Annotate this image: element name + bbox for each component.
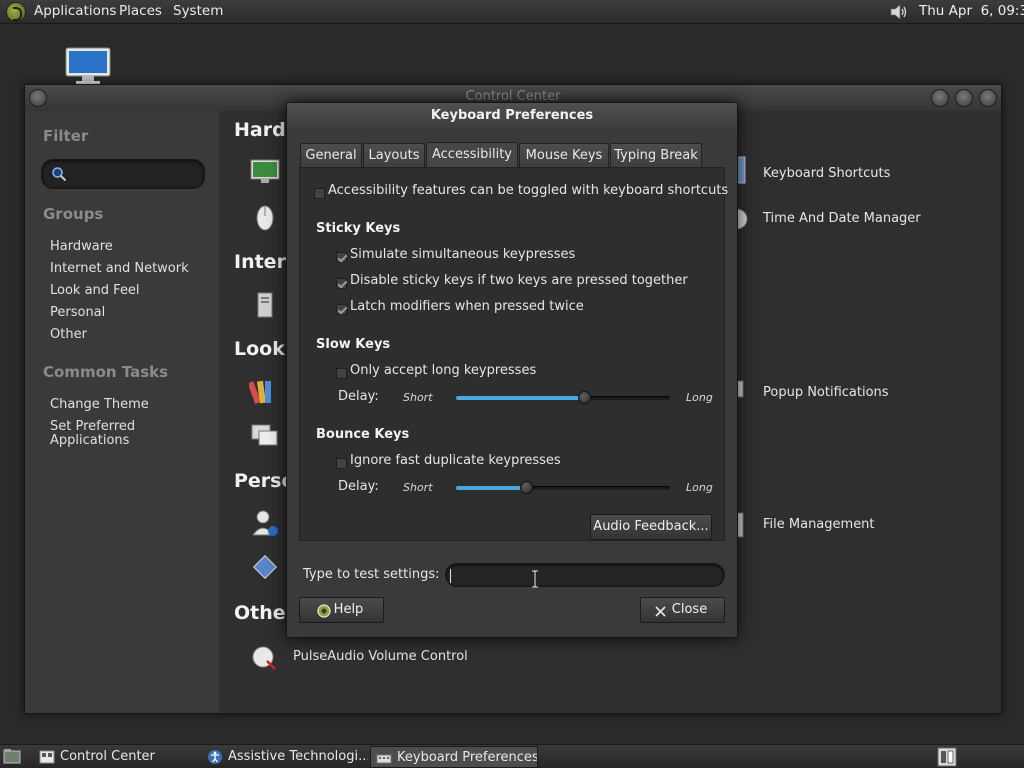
slow-keys-slider-knob[interactable]: [577, 391, 591, 404]
keyboard-preferences-dialog: Keyboard Preferences General Layouts Acc…: [286, 102, 738, 638]
system-menu[interactable]: System: [173, 3, 223, 19]
bounce-keys-slider-knob[interactable]: [520, 481, 534, 494]
tab-mouse-keys[interactable]: Mouse Keys: [519, 143, 609, 168]
bounce-long-label: Long: [686, 481, 713, 494]
long-keypresses-label[interactable]: Only accept long keypresses: [350, 363, 536, 378]
filter-heading: Filter: [43, 127, 89, 145]
network-proxy-icon[interactable]: [249, 289, 281, 321]
control-center-task-icon: [39, 750, 55, 764]
simulate-keypresses-label[interactable]: Simulate simultaneous keypresses: [350, 247, 575, 262]
preferred-apps-icon[interactable]: [249, 551, 281, 583]
task-assistive-technologies[interactable]: Assistive Technologi...: [202, 746, 368, 768]
slow-short-label: Short: [403, 391, 433, 404]
section-look-feel: Look: [234, 338, 285, 360]
disable-sticky-label[interactable]: Disable sticky keys if two keys are pres…: [350, 273, 688, 288]
bounce-keys-slider-fill: [456, 486, 527, 490]
minimize-button[interactable]: [931, 89, 949, 107]
keyboard-preferences-titlebar[interactable]: Keyboard Preferences: [287, 103, 737, 131]
dialog-title: Keyboard Preferences: [430, 108, 594, 123]
file-management-label[interactable]: File Management: [763, 517, 875, 532]
slow-keys-delay-slider[interactable]: [456, 391, 670, 404]
sticky-keys-heading: Sticky Keys: [316, 221, 401, 236]
gnome-menu-icon[interactable]: [6, 2, 26, 22]
slow-keys-heading: Slow Keys: [316, 337, 391, 352]
toggle-shortcuts-checkbox[interactable]: [314, 188, 325, 199]
tab-accessibility[interactable]: Accessibility: [426, 142, 518, 169]
help-button[interactable]: Help: [299, 597, 384, 623]
slow-keys-slider-fill: [456, 396, 585, 400]
simulate-keypresses-checkbox[interactable]: [336, 252, 347, 263]
accessibility-icon: [208, 750, 222, 764]
tab-general[interactable]: General: [300, 143, 362, 168]
show-desktop-icon[interactable]: [3, 748, 21, 765]
close-window-button[interactable]: [979, 89, 997, 107]
task-control-center-label: Control Center: [60, 749, 155, 764]
time-date-label[interactable]: Time And Date Manager: [763, 211, 921, 226]
about-me-icon[interactable]: [249, 507, 281, 539]
slow-delay-label: Delay:: [338, 389, 379, 404]
group-look-feel[interactable]: Look and Feel: [50, 284, 140, 298]
common-tasks-heading: Common Tasks: [43, 363, 169, 381]
pulseaudio-icon[interactable]: [249, 641, 281, 673]
top-panel: Applications Places System Thu Apr 6, 09…: [0, 0, 1024, 24]
popup-notifications-label[interactable]: Popup Notifications: [763, 385, 889, 400]
group-hardware[interactable]: Hardware: [50, 240, 113, 254]
disable-sticky-checkbox[interactable]: [336, 278, 347, 289]
close-button-label: Close: [671, 602, 708, 617]
task-assistive-technologies-label: Assistive Technologi...: [228, 749, 368, 764]
ignore-duplicates-label[interactable]: Ignore fast duplicate keypresses: [350, 453, 561, 468]
test-settings-input[interactable]: [445, 563, 725, 587]
filter-input[interactable]: [41, 159, 205, 189]
audio-feedback-button[interactable]: Audio Feedback...: [590, 514, 712, 540]
test-settings-label: Type to test settings:: [303, 567, 440, 582]
group-other[interactable]: Other: [50, 328, 87, 342]
tab-typing-break[interactable]: Typing Break: [610, 143, 702, 168]
task-keyboard-preferences-label: Keyboard Preferences: [397, 750, 538, 765]
group-internet-network[interactable]: Internet and Network: [50, 262, 189, 276]
bounce-keys-delay-slider[interactable]: [456, 481, 670, 494]
search-icon: [52, 167, 67, 182]
computer-desktop-icon[interactable]: [64, 46, 112, 86]
workspace-switcher-icon[interactable]: [937, 747, 957, 767]
task-control-center[interactable]: Control Center: [34, 746, 200, 768]
applications-menu[interactable]: Applications: [34, 3, 116, 19]
maximize-button[interactable]: [955, 89, 973, 107]
groups-heading: Groups: [43, 205, 104, 223]
ignore-duplicates-checkbox[interactable]: [336, 458, 347, 469]
toggle-shortcuts-label[interactable]: Accessibility features can be toggled wi…: [328, 183, 728, 198]
keyboard-shortcuts-label[interactable]: Keyboard Shortcuts: [763, 166, 890, 181]
slow-long-label: Long: [686, 391, 713, 404]
tab-layouts[interactable]: Layouts: [363, 143, 425, 168]
close-icon: [655, 606, 666, 617]
group-personal[interactable]: Personal: [50, 306, 105, 320]
bounce-short-label: Short: [403, 481, 433, 494]
task-preferred-applications[interactable]: Set Preferred Applications: [50, 420, 135, 448]
text-cursor: [450, 569, 451, 583]
display-icon[interactable]: [249, 155, 281, 187]
close-button[interactable]: Close: [640, 597, 725, 623]
control-center-sidebar: Filter Groups Hardware Internet and Netw…: [25, 111, 219, 713]
long-keypresses-checkbox[interactable]: [336, 368, 347, 379]
help-icon: [317, 604, 331, 618]
mouse-icon[interactable]: [249, 201, 281, 233]
keyboard-icon: [376, 754, 392, 764]
ibeam-cursor-icon: [532, 570, 538, 588]
task-change-theme[interactable]: Change Theme: [50, 398, 149, 412]
task-keyboard-preferences[interactable]: Keyboard Preferences: [370, 746, 538, 768]
bounce-keys-heading: Bounce Keys: [316, 427, 410, 442]
appearance-icon[interactable]: [249, 375, 281, 407]
help-button-label: Help: [333, 602, 364, 617]
clock[interactable]: Thu Apr 6, 09:39: [919, 3, 1024, 19]
accessibility-panel: Accessibility features can be toggled wi…: [299, 167, 728, 541]
latch-modifiers-label[interactable]: Latch modifiers when pressed twice: [350, 299, 584, 314]
bounce-delay-label: Delay:: [338, 479, 379, 494]
bottom-panel: Control Center Assistive Technologi... K…: [0, 744, 1024, 768]
places-menu[interactable]: Places: [119, 3, 162, 19]
pulseaudio-label[interactable]: PulseAudio Volume Control: [293, 649, 468, 664]
volume-icon[interactable]: [888, 2, 908, 22]
latch-modifiers-checkbox[interactable]: [336, 304, 347, 315]
windows-icon[interactable]: [249, 419, 281, 451]
